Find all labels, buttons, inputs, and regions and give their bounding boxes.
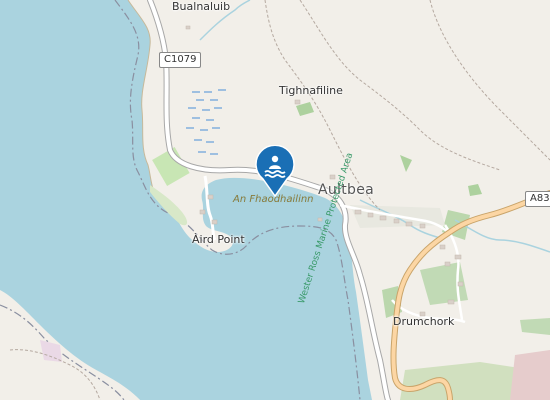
swimming-icon <box>255 145 295 197</box>
location-marker[interactable] <box>254 145 296 197</box>
road-shield-a832: A832 <box>525 191 550 207</box>
place-aird-point[interactable]: Àird Point <box>192 233 245 246</box>
map-canvas[interactable]: C1079 A832 Bualnaluib Tighnafiline Aultb… <box>0 0 550 400</box>
residential-area <box>510 350 550 400</box>
place-bualnaluib[interactable]: Bualnaluib <box>172 0 230 13</box>
place-drumchork[interactable]: Drumchork <box>393 315 454 328</box>
place-tighnafiline[interactable]: Tighnafiline <box>279 84 343 97</box>
road-shield-c1079: C1079 <box>159 52 202 68</box>
place-aultbea[interactable]: Aultbea <box>318 182 374 198</box>
